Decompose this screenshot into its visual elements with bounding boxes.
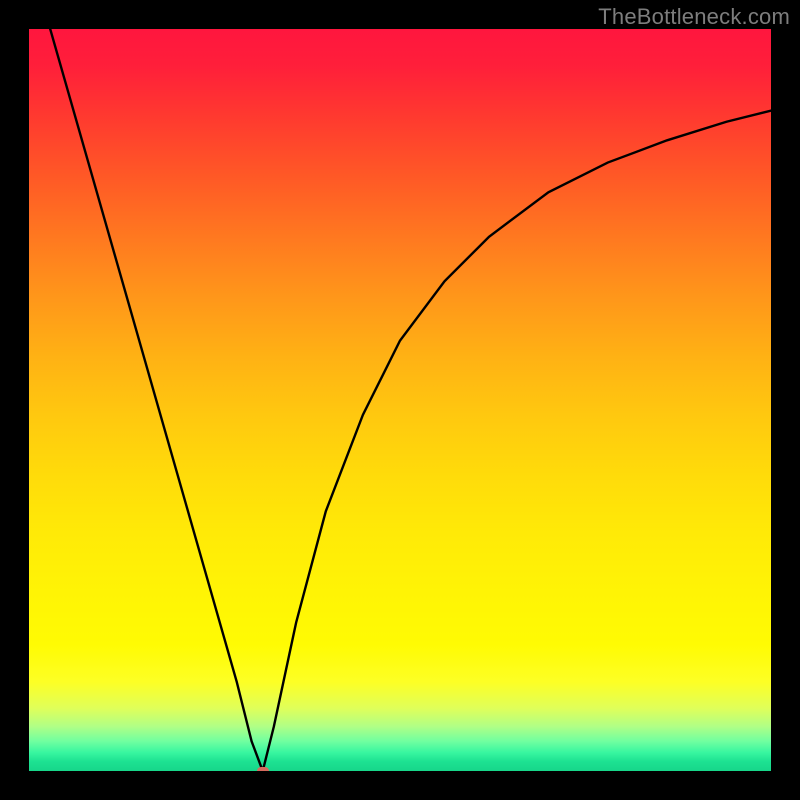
watermark-text: TheBottleneck.com	[598, 4, 790, 30]
optimal-point-marker	[257, 767, 269, 771]
bottleneck-curve	[29, 29, 771, 771]
chart-frame: TheBottleneck.com	[0, 0, 800, 800]
plot-area	[29, 29, 771, 771]
